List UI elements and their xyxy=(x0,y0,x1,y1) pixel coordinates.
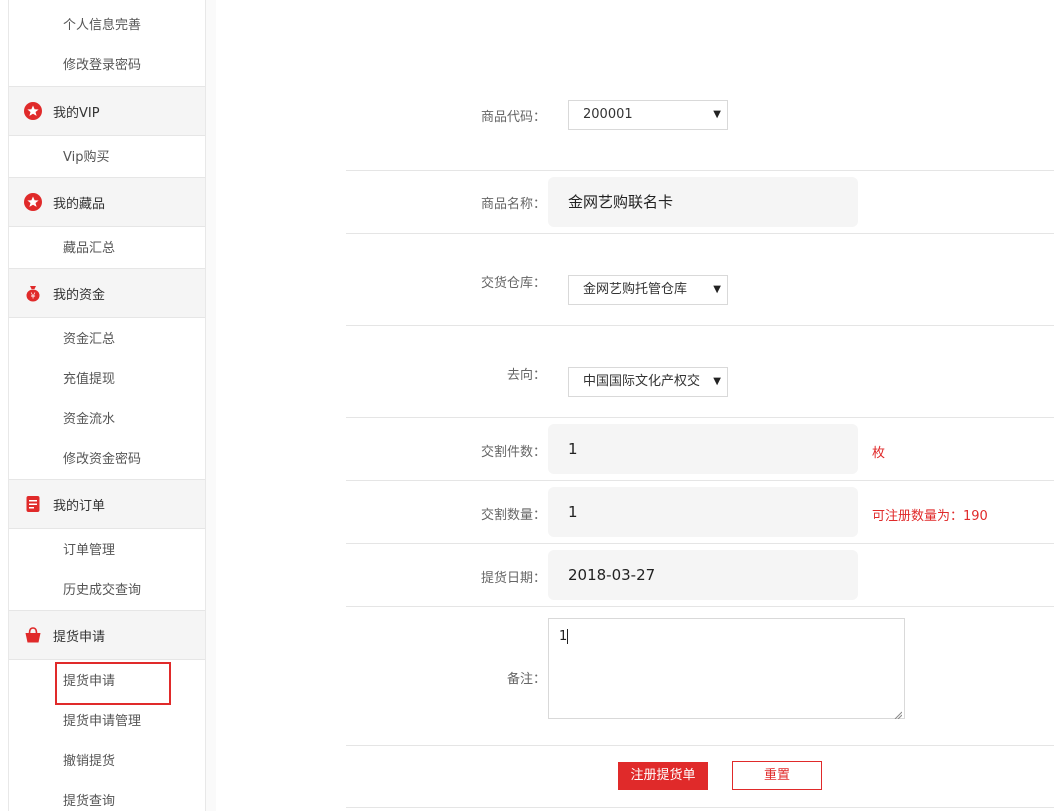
sidebar-section-collection[interactable]: 我的藏品 xyxy=(9,177,205,227)
sidebar-item-personal-info[interactable]: 个人信息完善 xyxy=(9,6,205,46)
product-name-field: 金网艺购联名卡 xyxy=(548,177,858,227)
resize-handle-icon[interactable] xyxy=(894,708,903,720)
chevron-down-icon: ▼ xyxy=(710,368,721,396)
quantity-hint: 可注册数量为：190 xyxy=(872,509,988,524)
sidebar-item-funds-flow[interactable]: 资金流水 xyxy=(9,400,205,440)
sidebar-item-pickup-apply[interactable]: 提货申请 xyxy=(9,662,205,705)
sidebar-section-funds[interactable]: ¥ 我的资金 xyxy=(9,268,205,318)
sidebar-item-change-funds-password[interactable]: 修改资金密码 xyxy=(9,440,205,480)
sidebar-item-change-login-password[interactable]: 修改登录密码 xyxy=(9,46,205,86)
sidebar-item-pickup-query[interactable]: 提货查询 xyxy=(9,782,205,811)
pickup-form: 商品代码： 200001 ▼ 商品名称： 金网艺购联名卡 交货仓库： 金网艺购托… xyxy=(346,0,1054,811)
remark-textarea[interactable]: 1 xyxy=(548,618,905,720)
chevron-down-icon: ▼ xyxy=(713,109,721,120)
star-badge-icon xyxy=(24,102,42,120)
product-name-label: 商品名称： xyxy=(480,197,546,212)
sidebar-section-orders[interactable]: 我的订单 xyxy=(9,479,205,529)
sidebar-item-collection-summary[interactable]: 藏品汇总 xyxy=(9,229,205,269)
sidebar-item-funds-summary[interactable]: 资金汇总 xyxy=(9,320,205,360)
sidebar-item-pickup-manage[interactable]: 提货申请管理 xyxy=(9,702,205,742)
form-row-remark: 备注： 1 xyxy=(346,607,1054,746)
form-row-direction: 去向： 中国国际文化产权交 ▼ xyxy=(346,326,1054,418)
star-badge-icon xyxy=(24,193,42,211)
shopping-basket-icon xyxy=(24,626,42,644)
money-bag-icon: ¥ xyxy=(24,284,42,302)
sidebar: 个人信息完善 修改登录密码 我的VIP Vip购买 我的藏品 藏品汇总 ¥ 我的… xyxy=(8,0,206,811)
form-row-product-name: 商品名称： 金网艺购联名卡 xyxy=(346,171,1054,234)
warehouse-select[interactable]: 金网艺购托管仓库 ▼ xyxy=(568,275,728,305)
sidebar-section-vip[interactable]: 我的VIP xyxy=(9,86,205,136)
sidebar-item-vip-buy[interactable]: Vip购买 xyxy=(9,138,205,178)
submit-pickup-button[interactable]: 注册提货单 xyxy=(618,762,708,790)
remark-label: 备注： xyxy=(506,672,546,687)
sidebar-item-order-manage[interactable]: 订单管理 xyxy=(9,531,205,571)
text-cursor xyxy=(567,629,569,644)
direction-label: 去向： xyxy=(506,368,546,383)
form-row-pieces: 交割件数： 1 枚 xyxy=(346,418,1054,481)
quantity-label: 交割数量： xyxy=(480,508,546,523)
pickup-date-input[interactable]: 2018-03-27 xyxy=(548,550,858,600)
sidebar-section-pickup[interactable]: 提货申请 xyxy=(9,610,205,660)
page: 个人信息完善 修改登录密码 我的VIP Vip购买 我的藏品 藏品汇总 ¥ 我的… xyxy=(0,0,1054,811)
sidebar-gutter xyxy=(206,0,216,811)
reset-button[interactable]: 重置 xyxy=(732,761,822,790)
pieces-unit: 枚 xyxy=(872,446,886,461)
sidebar-item-history-trades[interactable]: 历史成交查询 xyxy=(9,571,205,611)
warehouse-label: 交货仓库： xyxy=(480,276,546,291)
direction-select[interactable]: 中国国际文化产权交 ▼ xyxy=(568,367,728,397)
pickup-date-label: 提货日期： xyxy=(480,571,546,586)
order-document-icon xyxy=(24,495,42,513)
form-row-warehouse: 交货仓库： 金网艺购托管仓库 ▼ xyxy=(346,234,1054,326)
form-row-quantity: 交割数量： 1 可注册数量为：190 xyxy=(346,481,1054,544)
sidebar-item-recharge-withdraw[interactable]: 充值提现 xyxy=(9,360,205,400)
form-row-pickup-date: 提货日期： 2018-03-27 xyxy=(346,544,1054,607)
pieces-label: 交割件数： xyxy=(480,445,546,460)
form-row-actions: 注册提货单 重置 xyxy=(346,746,1054,808)
chevron-down-icon: ▼ xyxy=(713,284,721,295)
product-code-select[interactable]: 200001 ▼ xyxy=(568,100,728,130)
sidebar-item-pickup-cancel[interactable]: 撤销提货 xyxy=(9,742,205,782)
pieces-input[interactable]: 1 xyxy=(548,424,858,474)
form-row-product-code: 商品代码： 200001 ▼ xyxy=(346,0,1054,171)
svg-text:¥: ¥ xyxy=(30,292,35,301)
product-code-label: 商品代码： xyxy=(480,110,546,125)
quantity-input[interactable]: 1 xyxy=(548,487,858,537)
